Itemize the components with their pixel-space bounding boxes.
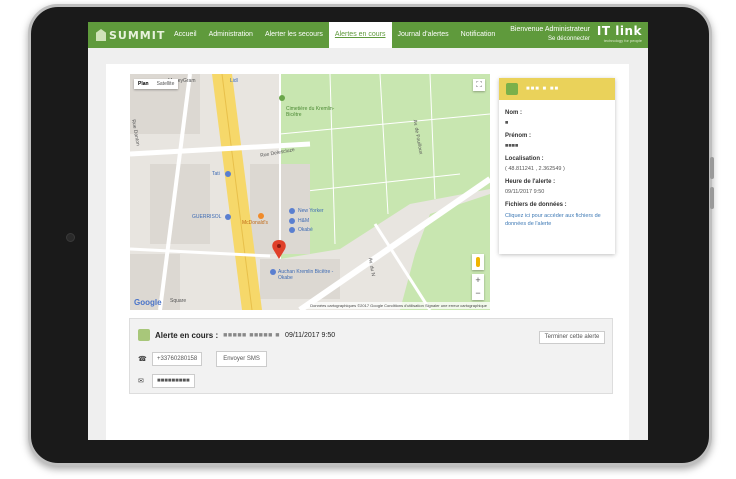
main-menu: Accueil Administration Alerter les secou…	[168, 22, 501, 48]
end-alert-button[interactable]: Terminer cette alerte	[539, 331, 605, 344]
alert-user-icon	[138, 329, 150, 341]
localisation-label: Localisation :	[505, 156, 544, 162]
map-type-plan[interactable]: Plan	[134, 79, 153, 89]
menu-item-accueil[interactable]: Accueil	[168, 22, 203, 48]
alert-label: Alerte en cours :	[155, 330, 219, 340]
phone-value: +33760280158	[152, 352, 203, 366]
alert-date: 09/11/2017 9:50	[285, 331, 336, 339]
heure-value: 09/11/2017 9:50	[505, 189, 545, 195]
send-sms-button[interactable]: Envoyer SMS	[216, 351, 267, 367]
info-user-name: ■■■ ■ ■■	[526, 86, 560, 92]
nom-value: ■	[505, 120, 509, 126]
alert-info-panel: ■■■ ■ ■■ Nom : ■ Prénom : ■■■■ Localisat…	[499, 78, 615, 254]
info-header: ■■■ ■ ■■	[499, 78, 615, 100]
map-label-tati: Tati	[212, 171, 220, 177]
fichiers-link[interactable]: Cliquez ici pour accéder aux fichiers de…	[505, 212, 609, 228]
alert-panel: Alerte en cours : ■■■■■ ■■■■■ ■ 09/11/20…	[129, 318, 613, 394]
zoom-out-button[interactable]: −	[472, 287, 484, 300]
phone-row: ☎ +33760280158 Envoyer SMS	[138, 351, 267, 367]
email-row: ✉ ■■■■■■■■■	[138, 374, 195, 388]
brand-tagline: technology for people	[603, 38, 642, 43]
map-type-satellite[interactable]: Satellite	[153, 79, 179, 89]
logout-link[interactable]: Se déconnecter	[510, 36, 590, 42]
zoom-in-button[interactable]: +	[472, 274, 484, 287]
map-label-lidl: Lidl	[230, 78, 238, 84]
map-label-auchan: Auchan Kremlin Bicêtre - Okabe	[278, 269, 334, 281]
map-attribution[interactable]: Données cartographiques ©2017 Google Con…	[307, 302, 490, 309]
screen: SUMMIT Accueil Administration Alerter le…	[88, 22, 648, 440]
logo[interactable]: SUMMIT	[96, 28, 165, 42]
menu-item-administration[interactable]: Administration	[203, 22, 259, 48]
alert-header: Alerte en cours : ■■■■■ ■■■■■ ■ 09/11/20…	[138, 329, 335, 341]
map-label-okabe: Okabé	[298, 227, 313, 233]
zoom-control: + −	[472, 274, 484, 300]
menu-item-notification[interactable]: Notification	[455, 22, 502, 48]
map-label-mcdonalds: McDonald's	[242, 220, 268, 226]
welcome-block: Bienvenue Administrateur Se déconnecter	[510, 26, 590, 42]
map-label-hm: H&M	[298, 218, 310, 224]
email-icon: ✉	[138, 378, 144, 385]
volume-button	[710, 157, 714, 179]
map[interactable]: MoneyGram Lidl Cimetière du Kremlin-Bicê…	[130, 74, 490, 310]
volume-button	[710, 187, 714, 209]
fullscreen-icon[interactable]: ⛶	[473, 79, 485, 91]
alert-user: ■■■■■ ■■■■■ ■	[223, 331, 281, 339]
prenom-value: ■■■■	[505, 143, 519, 149]
nom-label: Nom :	[505, 110, 522, 116]
logo-text: SUMMIT	[109, 28, 166, 42]
google-logo: Google	[134, 298, 162, 307]
menu-item-journal[interactable]: Journal d'alertes	[392, 22, 455, 48]
menu-item-alertes-en-cours[interactable]: Alertes en cours	[328, 22, 392, 48]
menu-item-alerter-secours[interactable]: Alerter les secours	[259, 22, 329, 48]
map-label-new-yorker: New Yorker	[298, 208, 324, 214]
map-label-cimetiere: Cimetière du Kremlin-Bicêtre	[286, 106, 335, 118]
prenom-label: Prénom :	[505, 133, 532, 139]
brand-logo: IT link technology for people	[597, 24, 642, 43]
map-type-control: Plan Satellite	[134, 79, 179, 89]
content-card: MoneyGram Lidl Cimetière du Kremlin-Bicê…	[106, 64, 629, 440]
map-label-square: Square	[170, 298, 187, 304]
top-nav: SUMMIT Accueil Administration Alerter le…	[88, 22, 648, 48]
fichiers-label: Fichiers de données :	[505, 202, 567, 208]
pegman-icon[interactable]	[472, 254, 484, 270]
brand-name: IT link	[596, 24, 642, 38]
phone-icon: ☎	[138, 356, 147, 363]
map-label-guerrisol: GUERRISOL	[192, 214, 222, 220]
camera	[66, 233, 75, 242]
heure-label: Heure de l'alerte :	[505, 179, 556, 185]
email-value: ■■■■■■■■■	[152, 374, 195, 388]
user-icon	[506, 83, 518, 95]
logo-icon	[96, 29, 106, 41]
welcome-text: Bienvenue Administrateur	[510, 26, 590, 33]
localisation-value: ( 48.811241 , 2.362549 )	[505, 166, 565, 172]
